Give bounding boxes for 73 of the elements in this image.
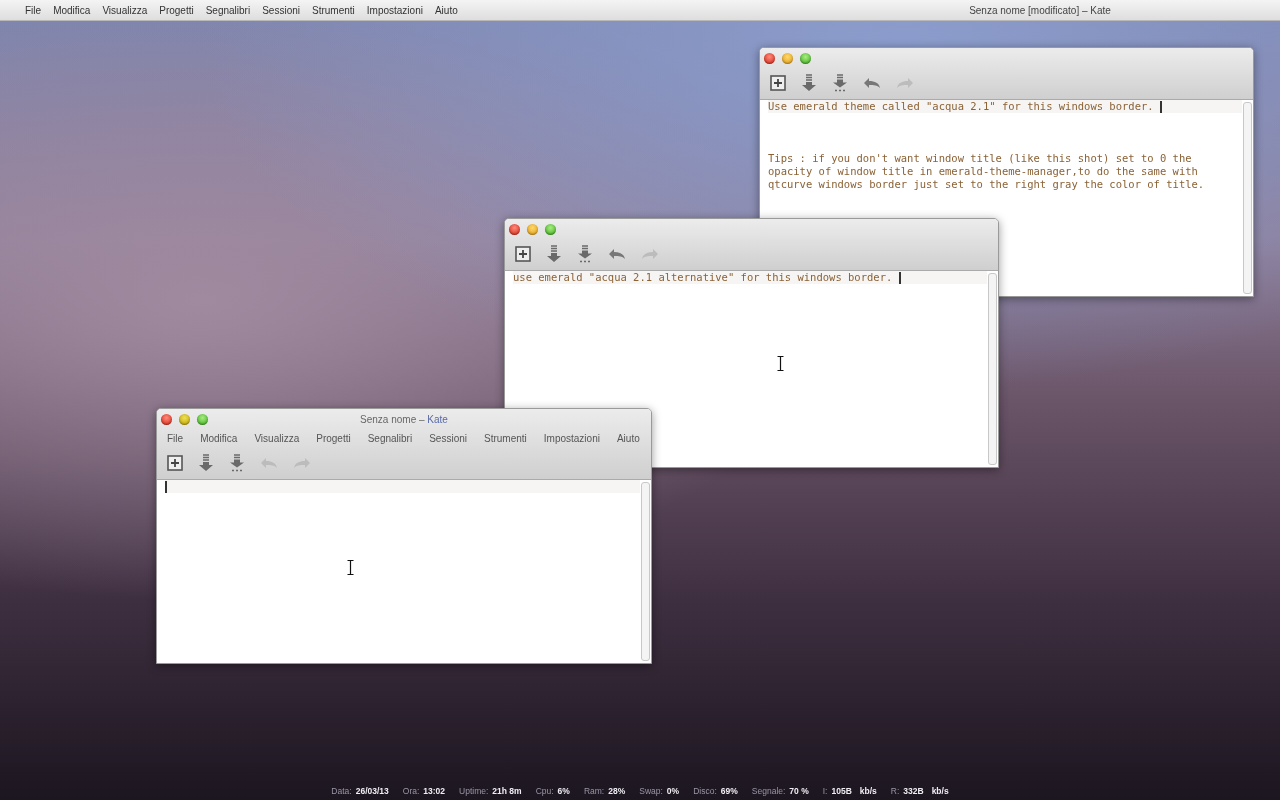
window-title: Senza nome – Kate: [360, 413, 448, 425]
status-value: 70 %: [789, 786, 809, 796]
status-value: 0%: [666, 786, 680, 796]
scrollbar[interactable]: [641, 482, 650, 661]
menu-item[interactable]: Segnalibri: [205, 4, 251, 16]
menu-item[interactable]: Strumenti: [312, 4, 355, 16]
menu-item[interactable]: Modifica: [200, 433, 238, 444]
maximize-button[interactable]: [800, 52, 811, 64]
text-line: Tips : if you don't want window title (like this shot) set to 0 the: [768, 152, 1192, 164]
maximize-button[interactable]: [197, 413, 208, 425]
status-label: I:: [822, 786, 828, 796]
maximize-button[interactable]: [545, 223, 556, 235]
status-value: 6%: [557, 786, 570, 796]
minimize-button[interactable]: [527, 223, 538, 235]
new-document-icon[interactable]: [515, 246, 531, 262]
status-value: 332B: [903, 786, 924, 796]
status-label: Data:: [331, 786, 352, 796]
status-unit: kb/s: [859, 786, 877, 796]
down-arrow-icon[interactable]: [198, 454, 214, 472]
status-value: 13:02: [423, 786, 446, 796]
new-document-icon[interactable]: [167, 455, 183, 471]
close-button[interactable]: [509, 223, 520, 235]
menu-item[interactable]: Sessioni: [262, 4, 300, 16]
status-label: Ora:: [402, 786, 420, 796]
text-line: qtcurve windows border just set to the right gray the color of title.: [768, 178, 1205, 190]
status-unit: kb/s: [931, 786, 949, 796]
menu-item[interactable]: File: [167, 433, 184, 444]
undo-icon[interactable]: [863, 77, 881, 89]
status-value: 69%: [720, 786, 738, 796]
menu-item[interactable]: Visualizza: [102, 4, 148, 16]
down-arrow-dots-icon[interactable]: [832, 74, 848, 92]
text-caret: [165, 480, 167, 493]
new-document-icon[interactable]: [770, 75, 786, 91]
text-line: use emerald "acqua 2.1 alternative" for this windows border.: [513, 271, 894, 284]
text-line: opacity of window title in emerald-theme-manager,to do the same with: [768, 165, 1198, 177]
scrollbar[interactable]: [1243, 102, 1252, 294]
menu-item[interactable]: Impostazioni: [366, 4, 423, 16]
menu-item[interactable]: Modifica: [53, 4, 91, 16]
status-label: Swap:: [639, 786, 663, 796]
menu-item[interactable]: Impostazioni: [543, 433, 600, 444]
down-arrow-icon[interactable]: [801, 74, 817, 92]
text-caret: [898, 271, 901, 284]
scrollbar[interactable]: [988, 273, 997, 465]
text-caret: [1159, 100, 1162, 113]
status-value: 21h 8m: [492, 786, 522, 796]
text-line: Use emerald theme called "acqua 2.1" for this windows border.: [768, 100, 1155, 113]
status-label: Cpu:: [535, 786, 554, 796]
status-label: R:: [890, 786, 900, 796]
status-value: 28%: [608, 786, 626, 796]
close-button[interactable]: [161, 413, 172, 425]
status-label: Ram:: [583, 786, 605, 796]
down-arrow-dots-icon[interactable]: [229, 454, 245, 472]
status-label: Uptime:: [459, 786, 489, 796]
status-value: 105B: [831, 786, 852, 796]
status-label: Disco:: [693, 786, 717, 796]
menu-item[interactable]: Progetti: [159, 4, 194, 16]
undo-icon[interactable]: [608, 248, 626, 260]
menu-item[interactable]: Strumenti: [484, 433, 527, 444]
menu-item[interactable]: Segnalibri: [367, 433, 413, 444]
menu-item[interactable]: File: [25, 4, 42, 16]
menu-item[interactable]: Progetti: [316, 433, 351, 444]
menu-item[interactable]: Sessioni: [429, 433, 467, 444]
status-label: Segnale:: [751, 786, 786, 796]
menu-item[interactable]: Visualizza: [254, 433, 300, 444]
close-button[interactable]: [764, 52, 775, 64]
window-title: Senza nome [modificato] – Kate: [969, 4, 1111, 16]
status-value: 26/03/13: [355, 786, 389, 796]
minimize-button[interactable]: [179, 413, 190, 425]
menu-item[interactable]: Aiuto: [616, 433, 640, 444]
minimize-button[interactable]: [782, 52, 793, 64]
menu-item[interactable]: Aiuto: [434, 4, 458, 16]
down-arrow-dots-icon[interactable]: [577, 245, 593, 263]
down-arrow-icon[interactable]: [546, 245, 562, 263]
